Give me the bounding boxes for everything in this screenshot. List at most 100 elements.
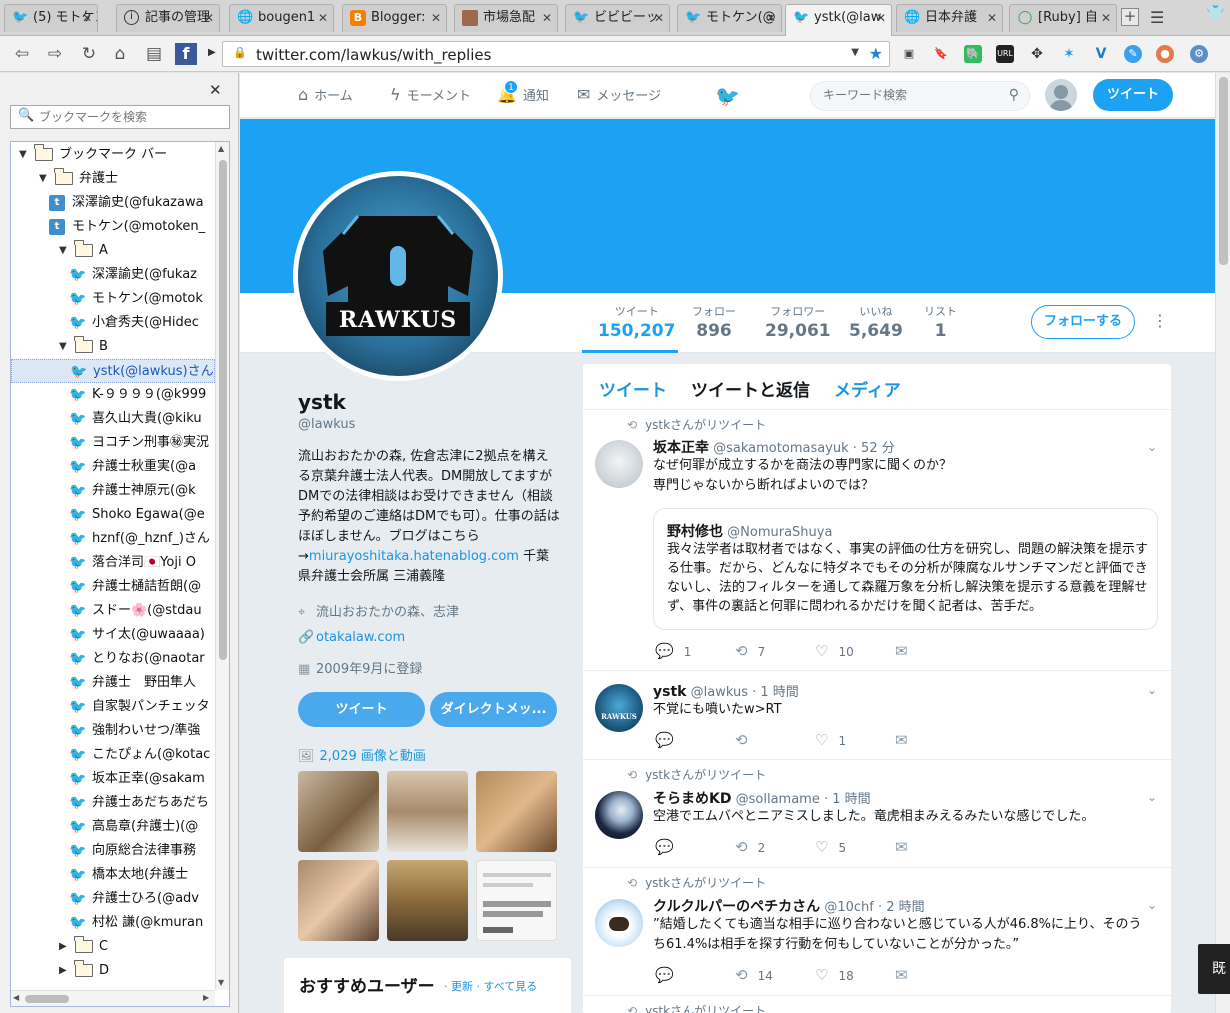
- bookmark-item[interactable]: 🐦 弁護士あだちあだち: [11, 791, 215, 815]
- bio-link[interactable]: miurayoshitaka.hatenablog.com: [309, 549, 519, 564]
- expand-arrow-icon[interactable]: ▼: [59, 335, 67, 359]
- browser-tab[interactable]: 市場急配 ✕: [454, 4, 558, 32]
- bookmark-folder[interactable]: ▼ B: [11, 335, 215, 359]
- media-thumbnail[interactable]: [387, 860, 468, 941]
- bookmark-item[interactable]: 🐦 弁護士樋詰哲朗(@: [11, 575, 215, 599]
- page-vertical-scrollbar[interactable]: [1215, 73, 1230, 1013]
- bookmark-item[interactable]: 🐦 落合洋司🇯🇵Yoji O: [11, 551, 215, 575]
- close-icon[interactable]: ✕: [542, 5, 552, 31]
- follow-button[interactable]: フォローする: [1031, 305, 1135, 339]
- scroll-thumb[interactable]: [219, 160, 227, 660]
- bookmarks-menu-icon[interactable]: ▤: [142, 42, 166, 66]
- tweet-avatar[interactable]: [595, 791, 643, 839]
- bookmark-search-input[interactable]: [39, 108, 225, 126]
- twitter-logo-icon[interactable]: 🐦: [715, 84, 740, 108]
- bookmark-folder[interactable]: ▶ D: [11, 959, 215, 983]
- close-icon[interactable]: ✕: [766, 5, 776, 31]
- bookmark-item[interactable]: 🐦 ヨコチン刑事㊙実況: [11, 431, 215, 455]
- media-thumbnail[interactable]: [298, 860, 379, 941]
- tweet[interactable]: ⟲ ystkさんがリツイート 坂本正幸 @sakamotomasayuk · 52…: [583, 410, 1171, 671]
- reader-icon[interactable]: ▣: [900, 45, 918, 63]
- bookmark-item[interactable]: 🐦 小倉秀夫(@Hidec: [11, 311, 215, 335]
- overflow-arrow-icon[interactable]: ▶: [208, 47, 216, 58]
- bookmark-item[interactable]: 🐦 向原総合法律事務: [11, 839, 215, 863]
- notification-toast[interactable]: 既: [1198, 944, 1230, 994]
- retweet-button[interactable]: ⟲ 14: [735, 966, 773, 984]
- stat-followers[interactable]: フォロワー 29,061: [765, 303, 831, 341]
- retweet-button[interactable]: ⟲ 7: [735, 642, 765, 660]
- browser-tab[interactable]: 🐦 モトケン(@ ✕: [677, 4, 782, 32]
- twitter-search-input[interactable]: [823, 88, 993, 102]
- bookmark-icon[interactable]: 🔖: [932, 45, 950, 63]
- close-icon[interactable]: ✕: [318, 5, 328, 31]
- dropdown-arrow-icon[interactable]: ▼: [851, 47, 859, 58]
- scroll-thumb[interactable]: [25, 995, 69, 1003]
- browser-tab[interactable]: 🐦 (5) モトケン ✕: [4, 4, 98, 32]
- browser-tab-active[interactable]: 🐦 ystk(@law ✕: [785, 4, 892, 36]
- settings-ext-icon[interactable]: ⚙: [1190, 45, 1208, 63]
- address-bar[interactable]: 🔒 twitter.com/lawkus/with_replies ▼ ★: [222, 41, 890, 67]
- expand-arrow-icon[interactable]: ▼: [39, 167, 47, 191]
- close-icon[interactable]: ✕: [431, 5, 441, 31]
- bookmark-item[interactable]: t 深澤諭史(@fukazawa: [11, 191, 215, 215]
- stat-tweets[interactable]: ツイート 150,207: [598, 303, 675, 341]
- scroll-down-icon[interactable]: ▼: [218, 978, 224, 987]
- media-thumbnail[interactable]: [476, 771, 557, 852]
- close-icon[interactable]: ✕: [209, 81, 222, 99]
- media-link[interactable]: 🖼 2,029 画像と動画: [298, 745, 426, 764]
- reload-icon[interactable]: ↻: [77, 42, 101, 66]
- url-text[interactable]: twitter.com/lawkus/with_replies: [256, 46, 491, 64]
- retweet-button[interactable]: ⟲: [735, 731, 758, 749]
- more-options-icon[interactable]: ⋮: [1152, 311, 1168, 330]
- close-icon[interactable]: ✕: [987, 5, 997, 31]
- media-thumbnail[interactable]: [476, 860, 557, 941]
- browser-tab[interactable]: 🌐 日本弁護 ✕: [896, 4, 1003, 32]
- home-icon[interactable]: ⌂: [108, 42, 132, 66]
- tab-tweets-and-replies[interactable]: ツイートと返信: [691, 376, 810, 401]
- bookmark-item[interactable]: 🐦 K-９９９９(@k999: [11, 383, 215, 407]
- new-tab-button[interactable]: +: [1121, 8, 1139, 26]
- bookmark-item[interactable]: 🐦 喜久山大貴(@kiku: [11, 407, 215, 431]
- bookmark-item[interactable]: 🐦 こたぴょん(@kotac: [11, 743, 215, 767]
- bookmark-item[interactable]: 🐦 弁護士秋重実(@a: [11, 455, 215, 479]
- collapse-arrow-icon[interactable]: ▶: [59, 935, 67, 959]
- tweet-avatar[interactable]: RAWKUS: [595, 684, 643, 732]
- close-icon[interactable]: ✕: [82, 5, 92, 31]
- retweet-button[interactable]: ⟲ 2: [735, 838, 765, 856]
- bookmark-item[interactable]: 🐦 とりなお(@naotar: [11, 647, 215, 671]
- close-icon[interactable]: ✕: [1101, 5, 1111, 31]
- stat-lists[interactable]: リスト 1: [924, 303, 957, 341]
- chevron-down-icon[interactable]: ⌄: [1147, 440, 1157, 454]
- browser-tab[interactable]: 🌐 bougen1 ✕: [229, 4, 334, 32]
- tab-tweets[interactable]: ツイート: [599, 376, 667, 401]
- bookmark-item[interactable]: 🐦 高島章(弁護士)(@: [11, 815, 215, 839]
- tab-list-icon[interactable]: ☰: [1150, 8, 1164, 27]
- bookmark-item[interactable]: t モトケン(@motoken_: [11, 215, 215, 239]
- close-icon[interactable]: ✕: [876, 5, 886, 31]
- profile-website[interactable]: 🔗 otakalaw.com: [298, 630, 405, 645]
- search-icon[interactable]: ⚲: [1009, 87, 1019, 103]
- media-thumbnail[interactable]: [387, 771, 468, 852]
- profile-ext-icon[interactable]: ●: [1156, 45, 1174, 63]
- close-icon[interactable]: ✕: [204, 5, 214, 31]
- browser-tab[interactable]: B Blogger: ✕: [342, 4, 447, 32]
- dm-share-button[interactable]: ✉: [895, 642, 918, 660]
- compose-tweet-button[interactable]: ツイート: [1093, 79, 1173, 111]
- nav-moments[interactable]: ϟ モーメント: [390, 85, 471, 104]
- scroll-thumb[interactable]: [1219, 77, 1228, 265]
- like-button[interactable]: ♡ 1: [815, 731, 846, 749]
- like-button[interactable]: ♡ 10: [815, 642, 854, 660]
- profile-avatar[interactable]: RAWKUS: [293, 171, 503, 381]
- forward-icon[interactable]: ⇨: [43, 42, 67, 66]
- bookmark-folder[interactable]: ▼ A: [11, 239, 215, 263]
- browser-tab[interactable]: 🐦 ビビビーッ ✕: [565, 4, 670, 32]
- browser-tab[interactable]: ◯ [Ruby] 自 ✕: [1009, 4, 1117, 32]
- twitter-search[interactable]: ⚲: [810, 81, 1030, 111]
- dm-share-button[interactable]: ✉: [895, 731, 918, 749]
- direct-message-button[interactable]: ダイレクトメッ...: [430, 692, 557, 727]
- bookmark-item[interactable]: 🐦 強制わいせつ/準強: [11, 719, 215, 743]
- tweet-avatar[interactable]: [595, 899, 643, 947]
- nav-home[interactable]: ⌂ ホーム: [298, 85, 353, 104]
- bookmark-item[interactable]: 🐦 モトケン(@motok: [11, 287, 215, 311]
- tab-media[interactable]: メディア: [834, 376, 901, 401]
